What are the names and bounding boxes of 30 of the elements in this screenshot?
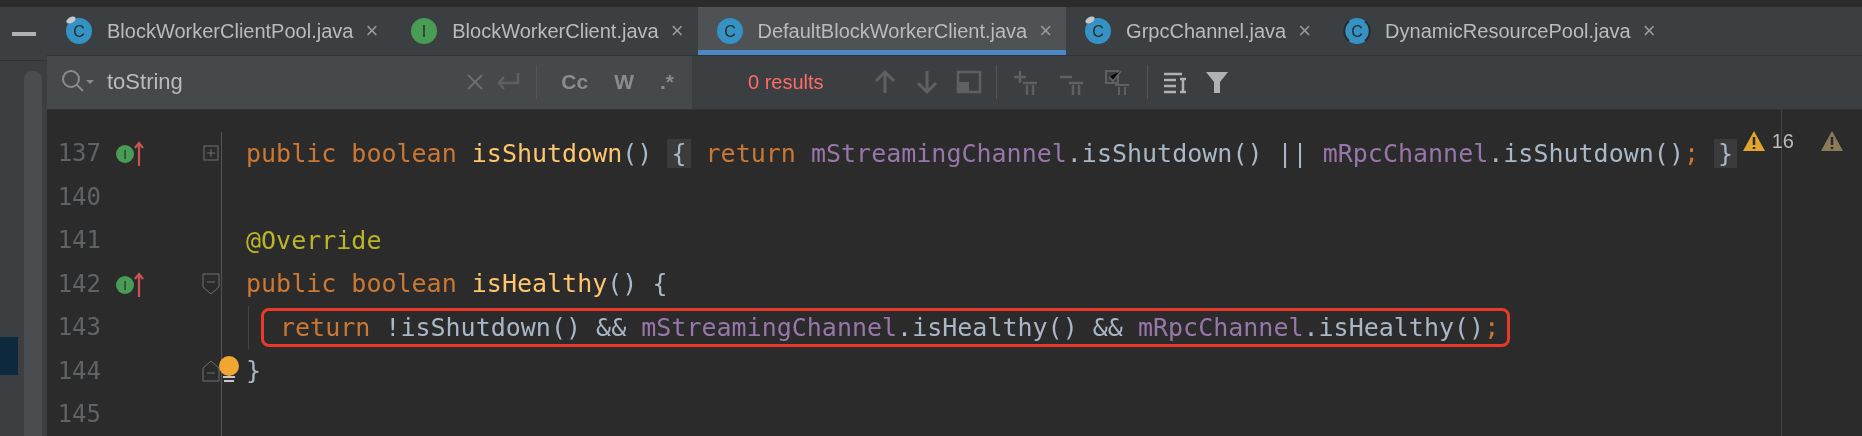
file-tab[interactable]: C GrpcChannel.java × [1066,7,1326,56]
file-tab[interactable]: C BlockWorkerClientPool.java × [47,7,393,56]
fold-plus-icon[interactable] [203,145,219,162]
line-number: 140 [56,182,101,211]
file-tab[interactable]: I BlockWorkerClient.java × [392,7,698,56]
selection-marker [0,337,18,375]
line-number: 145 [56,400,101,429]
file-tab[interactable]: C DynamicResourcePool.java × [1325,7,1670,56]
search-option-toggle[interactable]: .* [652,70,682,95]
code-line: public boolean isShutdown() { return mStreamingChannel.isShutdown() || mRpcChannel.isShutdown(); } [246,138,1738,168]
line-number: 141 [56,226,101,255]
line-number: 143 [56,313,101,342]
search-option-toggle[interactable]: W [606,70,642,95]
result-count: 0 results [748,70,824,94]
code-line: @Override [246,225,382,255]
minimize-icon[interactable] [11,31,36,36]
warning-icon[interactable] [1820,130,1844,152]
file-tab[interactable]: C DefaultBlockWorkerClient.java × [697,7,1067,56]
code-line: } [246,356,262,386]
line-number: 144 [56,356,101,385]
close-icon[interactable] [466,73,485,92]
lightbulb-icon[interactable] [216,355,242,385]
warning-icon[interactable] [1741,130,1766,152]
search-field[interactable]: toString Cc W .* [47,56,692,109]
warning-count[interactable]: 16 [1771,129,1794,153]
line-number: 137 [56,139,101,168]
line-number: 142 [56,269,101,298]
fold-minus-icon[interactable] [202,272,220,295]
code-line: public boolean isHealthy() { [246,269,668,299]
search-option-toggle[interactable]: Cc [553,70,597,95]
